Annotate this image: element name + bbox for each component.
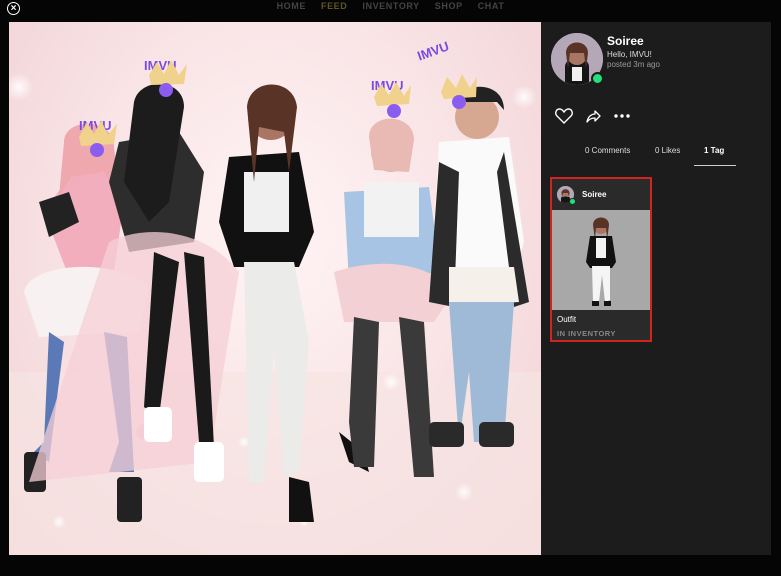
online-status-dot: [591, 72, 604, 85]
tag-card-header: Soiree: [552, 179, 650, 209]
crown-text-4: IMVU: [415, 38, 451, 63]
post-actions: [555, 108, 631, 124]
close-icon[interactable]: ×: [7, 2, 20, 15]
avatar-group-illustration: IMVU IMVU IMVU IMVU: [9, 38, 541, 555]
nav-feed[interactable]: FEED: [321, 0, 347, 14]
post-photo[interactable]: IMVU IMVU IMVU IMVU: [9, 22, 541, 555]
more-icon[interactable]: [613, 113, 631, 119]
nav-home[interactable]: HOME: [277, 0, 306, 14]
post-tabs: 0 Comments 0 Likes 1 Tag: [557, 138, 771, 166]
tab-tags[interactable]: 1 Tag: [704, 146, 724, 155]
tab-comments[interactable]: 0 Comments: [585, 146, 630, 155]
share-icon[interactable]: [585, 108, 601, 124]
post-detail-panel: Soiree Hello, IMVU! posted 3m ago 0 Comm…: [541, 22, 771, 555]
top-nav: HOME FEED INVENTORY SHOP CHAT: [0, 0, 781, 14]
tab-likes[interactable]: 0 Likes: [655, 146, 680, 155]
nav-shop[interactable]: SHOP: [435, 0, 463, 14]
tag-item-thumbnail[interactable]: [552, 210, 650, 310]
tag-card[interactable]: Soiree Outfit IN INVENTORY: [550, 177, 652, 342]
tag-username[interactable]: Soiree: [582, 190, 606, 199]
post-author[interactable]: Soiree: [607, 34, 644, 48]
active-tab-underline: [694, 165, 736, 166]
tag-online-dot: [569, 198, 576, 205]
nav-inventory[interactable]: INVENTORY: [362, 0, 419, 14]
post-caption: Hello, IMVU!: [607, 50, 652, 59]
post-timestamp: posted 3m ago: [607, 60, 660, 69]
tag-item-name: Outfit: [557, 315, 577, 324]
nav-chat[interactable]: CHAT: [478, 0, 505, 14]
bottom-bar: [0, 555, 781, 576]
heart-icon[interactable]: [555, 108, 573, 124]
tag-item-status: IN INVENTORY: [557, 329, 616, 338]
